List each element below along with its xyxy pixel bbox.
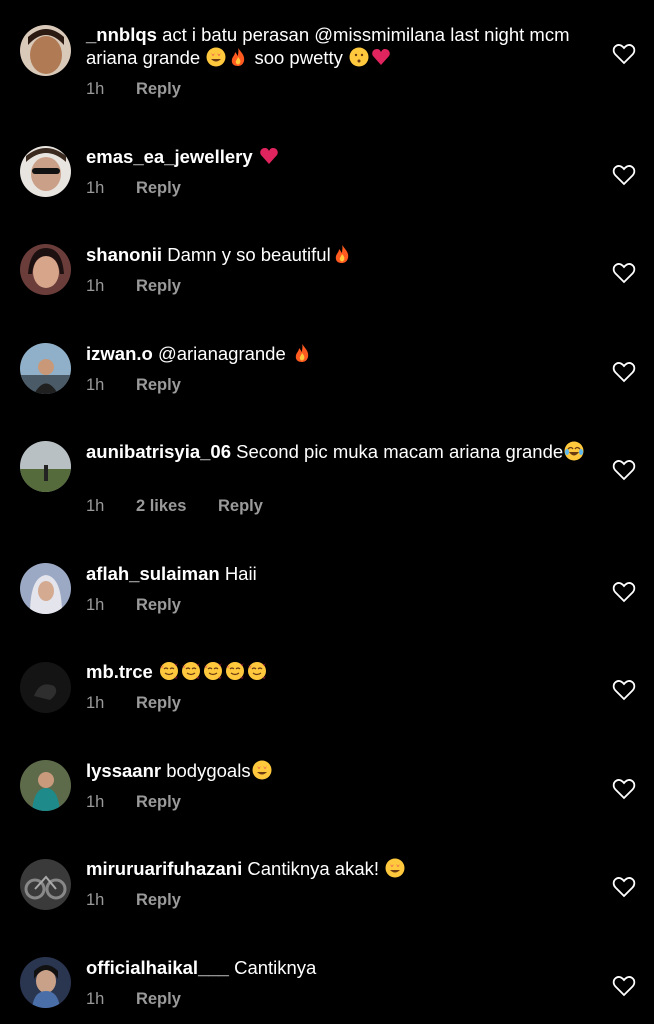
username[interactable]: aunibatrisyia_06 (86, 441, 231, 462)
comment-body: @arianagrande (157, 343, 286, 364)
timestamp: 1h (86, 990, 105, 1008)
comment-meta: 1h 2 likes Reply (86, 497, 263, 516)
avatar[interactable] (20, 25, 71, 76)
username[interactable]: emas_ea_jewellery (86, 146, 253, 167)
timestamp: 1h (86, 891, 105, 909)
smiling-hearts-emoji-icon (181, 661, 201, 681)
smiling-hearts-emoji-icon (203, 661, 223, 681)
timestamp: 1h (86, 596, 105, 614)
comment-body: Second pic muka macam ariana grande (236, 441, 564, 462)
comment-body: Haii (224, 563, 257, 584)
comment-meta: 1h Reply (86, 793, 181, 812)
username[interactable]: aflah_sulaiman (86, 563, 220, 584)
like-heart-icon[interactable] (612, 876, 636, 898)
reply-button[interactable]: Reply (136, 793, 181, 812)
timestamp: 1h (86, 376, 105, 394)
timestamp: 1h (86, 80, 105, 98)
smiling-hearts-emoji-icon (225, 661, 245, 681)
username[interactable]: miruruarifuhazani (86, 858, 242, 879)
comment-meta: 1h Reply (86, 990, 181, 1009)
comment-meta: 1h Reply (86, 376, 181, 395)
comment-text: miruruarifuhazani Cantiknya akak! (86, 857, 586, 880)
comment-text: izwan.o @arianagrande (86, 342, 586, 365)
avatar[interactable] (20, 441, 71, 492)
like-heart-icon[interactable] (612, 581, 636, 603)
timestamp: 1h (86, 694, 105, 712)
comment-body: Cantiknya akak! (247, 858, 380, 879)
like-heart-icon[interactable] (612, 43, 636, 65)
timestamp: 1h (86, 793, 105, 811)
timestamp: 1h (86, 179, 105, 197)
comment-body: Damn y so beautiful (167, 244, 331, 265)
comment-body: soo pwetty (254, 47, 343, 68)
avatar[interactable] (20, 760, 71, 811)
heart-eyes-emoji-icon (385, 858, 405, 878)
reply-button[interactable]: Reply (136, 277, 181, 296)
comment-text: aunibatrisyia_06 Second pic muka macam a… (86, 440, 586, 463)
reply-button[interactable]: Reply (136, 990, 181, 1009)
like-heart-icon[interactable] (612, 164, 636, 186)
reply-button[interactable]: Reply (136, 694, 181, 713)
heart-eyes-emoji-icon (206, 47, 226, 67)
username[interactable]: mb.trce (86, 661, 153, 682)
smiling-hearts-emoji-icon (159, 661, 179, 681)
comment-text: lyssaanr bodygoals (86, 759, 586, 782)
like-heart-icon[interactable] (612, 361, 636, 383)
comment-text: shanonii Damn y so beautiful (86, 243, 586, 266)
comment-meta: 1h Reply (86, 694, 181, 713)
reply-button[interactable]: Reply (136, 596, 181, 615)
avatar[interactable] (20, 859, 71, 910)
avatar[interactable] (20, 146, 71, 197)
kissing-emoji-icon (349, 47, 369, 67)
comment-text: _nnblqs act i batu perasan @missmimilana… (86, 23, 586, 69)
comment-meta: 1h Reply (86, 891, 181, 910)
like-heart-icon[interactable] (612, 459, 636, 481)
comment-meta: 1h Reply (86, 596, 181, 615)
like-heart-icon[interactable] (612, 778, 636, 800)
timestamp: 1h (86, 277, 105, 295)
likes-count[interactable]: 2 likes (136, 497, 186, 516)
like-heart-icon[interactable] (612, 262, 636, 284)
fire-emoji-icon (292, 343, 312, 363)
username[interactable]: izwan.o (86, 343, 153, 364)
avatar[interactable] (20, 957, 71, 1008)
username[interactable]: lyssaanr (86, 760, 161, 781)
comment-text: emas_ea_jewellery (86, 145, 586, 168)
avatar[interactable] (20, 343, 71, 394)
username[interactable]: officialhaikal___ (86, 957, 229, 978)
avatar[interactable] (20, 563, 71, 614)
reply-button[interactable]: Reply (136, 179, 181, 198)
avatar[interactable] (20, 662, 71, 713)
reply-button[interactable]: Reply (136, 376, 181, 395)
avatar[interactable] (20, 244, 71, 295)
comment-body: Cantiknya (234, 957, 317, 978)
comment-meta: 1h Reply (86, 179, 181, 198)
like-heart-icon[interactable] (612, 679, 636, 701)
comment-text: aflah_sulaiman Haii (86, 562, 586, 585)
reply-button[interactable]: Reply (218, 497, 263, 516)
comment-meta: 1h Reply (86, 80, 181, 99)
username[interactable]: _nnblqs (86, 24, 157, 45)
comment-text: mb.trce (86, 660, 586, 683)
heart-eyes-emoji-icon (252, 760, 272, 780)
timestamp: 1h (86, 497, 105, 515)
comment-body: bodygoals (166, 760, 251, 781)
fire-emoji-icon (332, 244, 352, 264)
username[interactable]: shanonii (86, 244, 162, 265)
reply-button[interactable]: Reply (136, 891, 181, 910)
comment-meta: 1h Reply (86, 277, 181, 296)
fire-emoji-icon (228, 47, 248, 67)
comment-text: officialhaikal___ Cantiknya (86, 956, 586, 979)
joy-emoji-icon (564, 441, 584, 461)
reply-button[interactable]: Reply (136, 80, 181, 99)
like-heart-icon[interactable] (612, 975, 636, 997)
red-heart-emoji-icon (371, 47, 391, 67)
smiling-hearts-emoji-icon (247, 661, 267, 681)
red-heart-emoji-icon (259, 146, 279, 166)
